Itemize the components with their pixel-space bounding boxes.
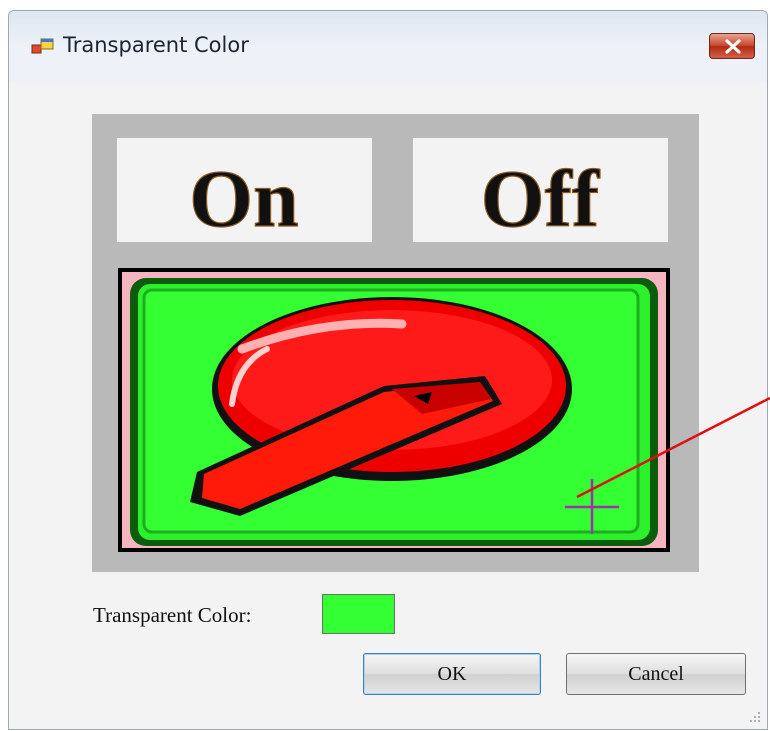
- close-icon: [725, 39, 741, 54]
- transparent-color-label: Transparent Color:: [93, 603, 252, 627]
- dialog-content: On Off Transparent Color: OK Cancel: [9, 83, 767, 729]
- cancel-button[interactable]: Cancel: [566, 653, 746, 695]
- transparent-color-dialog: Transparent Color On Off Transparent Col…: [8, 10, 768, 730]
- transparent-color-swatch[interactable]: [322, 594, 395, 634]
- on-label: On: [189, 153, 298, 244]
- image-preview[interactable]: On Off: [92, 114, 699, 572]
- app-window-icon: [31, 38, 54, 54]
- title-bar[interactable]: Transparent Color: [9, 11, 767, 83]
- window-title: Transparent Color: [63, 33, 249, 57]
- resize-grip-icon[interactable]: [749, 711, 761, 723]
- off-label: Off: [481, 153, 601, 244]
- ok-button[interactable]: OK: [363, 653, 541, 695]
- switch-image: On Off: [117, 138, 670, 552]
- close-button[interactable]: [709, 33, 755, 59]
